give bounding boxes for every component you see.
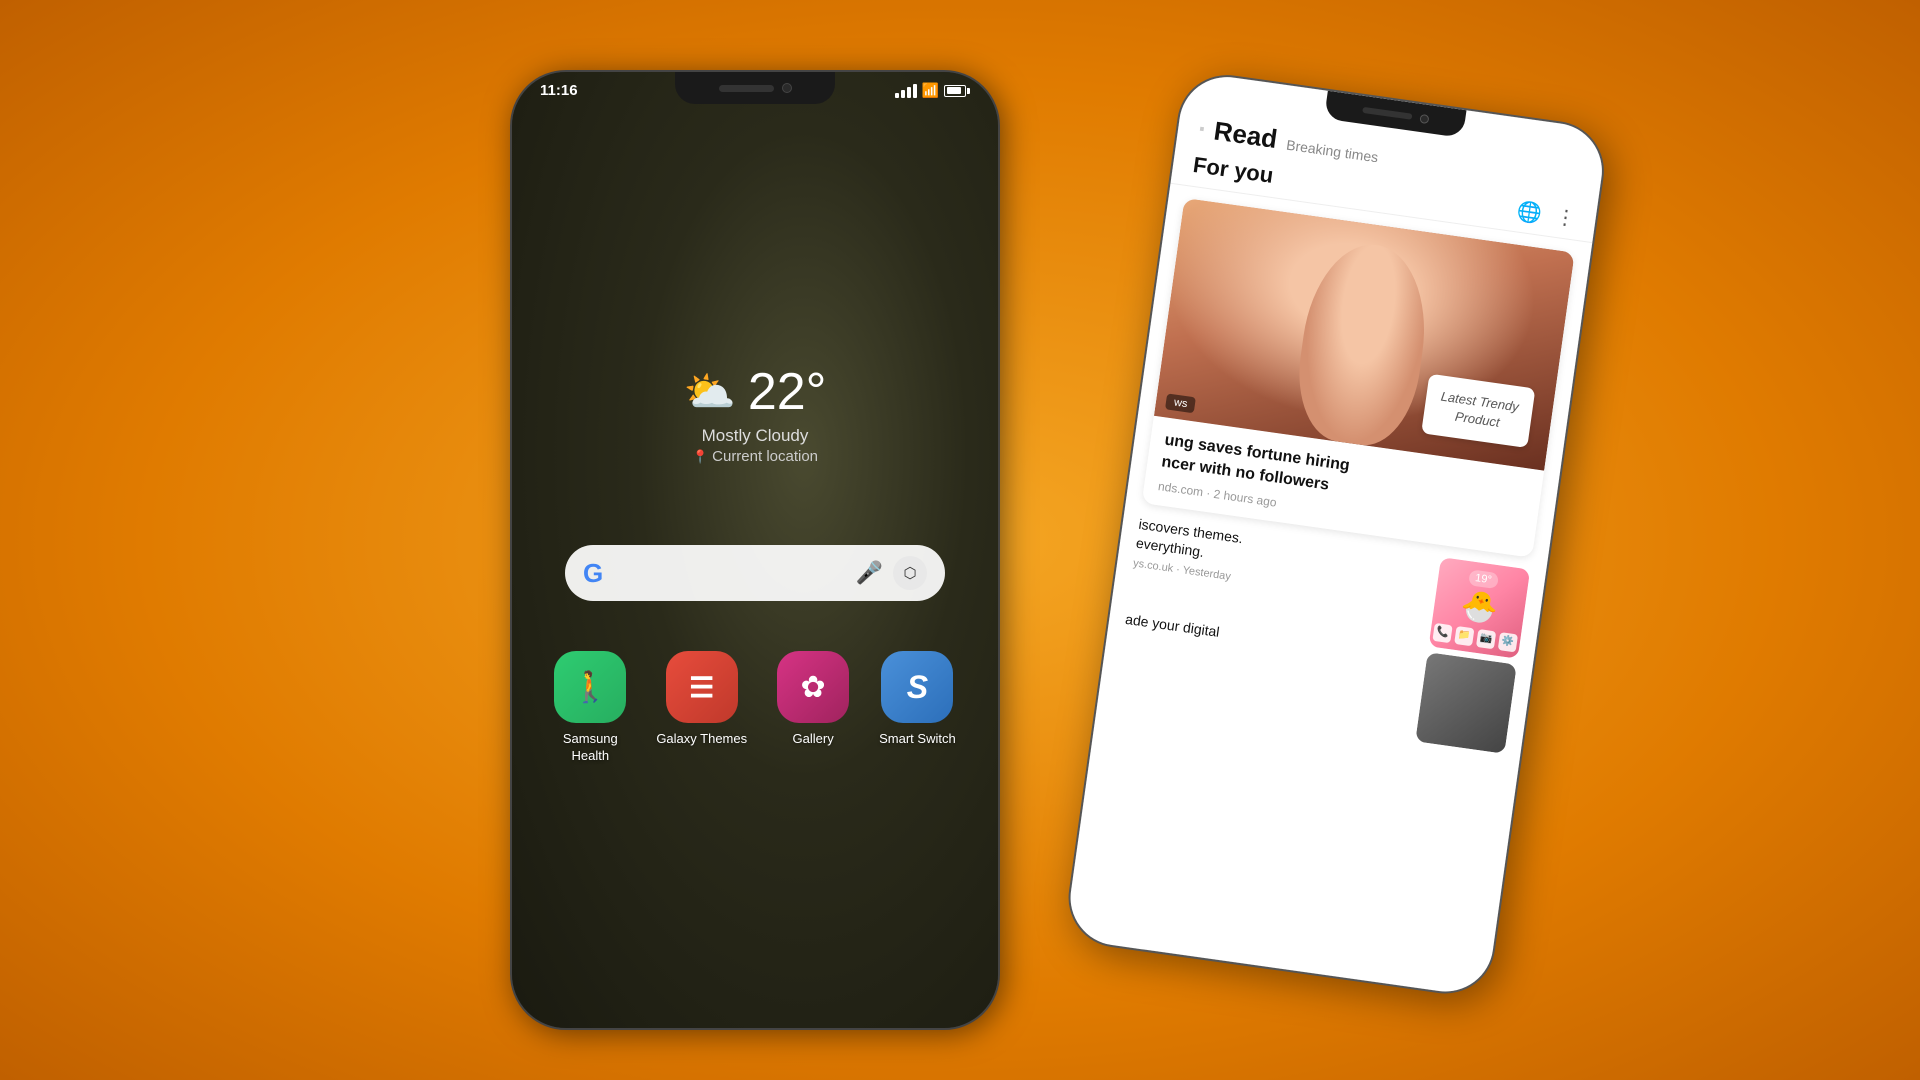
wifi-icon: 📶 [922, 82, 939, 99]
samsung-health-label: SamsungHealth [563, 731, 618, 765]
phone1-time: 11:16 [540, 82, 578, 99]
thumb-camera-icon: 📷 [1476, 629, 1496, 649]
thumb-app-icons: 📞 📁 📷 ⚙️ [1429, 622, 1521, 652]
phone2: · Read Breaking times For you 🌐 ⋮ [1062, 69, 1610, 1000]
phone1-volume-down-button [510, 322, 512, 402]
location-pin-icon: 📍 [692, 449, 708, 465]
phone1-notch [675, 72, 835, 104]
voice-search-icon[interactable]: 🎤 [856, 560, 883, 586]
app-dock: 🚶 SamsungHealth ☰ Galaxy Themes ✿ [554, 651, 955, 765]
phone1-screen: 11:16 📶 [512, 72, 998, 1028]
smart-switch-app[interactable]: S Smart Switch [879, 651, 956, 748]
weather-top: ⛅ 22° [684, 362, 827, 422]
gallery-label: Gallery [793, 731, 834, 748]
galaxy-themes-app[interactable]: ☰ Galaxy Themes [656, 651, 747, 748]
phone1-bixby-button [510, 422, 512, 502]
news-card-main[interactable]: Latest TrendyProduct ws ung saves fortun… [1142, 198, 1575, 558]
news-app-title: · Read [1196, 113, 1279, 155]
smart-switch-icon: S [881, 651, 953, 723]
phone2-frame: · Read Breaking times For you 🌐 ⋮ [1062, 69, 1610, 1000]
thumb-phone-icon: 📞 [1432, 623, 1452, 643]
weather-location: 📍 Current location [692, 448, 818, 465]
gallery-app[interactable]: ✿ Gallery [777, 651, 849, 748]
news-time: 2 hours ago [1213, 487, 1278, 510]
thumb-folder-icon: 📁 [1454, 626, 1474, 646]
phones-container: 11:16 📶 [510, 50, 1410, 1030]
bird-icon: 🐣 [1458, 588, 1500, 628]
battery-icon [944, 85, 970, 97]
gallery-icon: ✿ [777, 651, 849, 723]
phone1-speaker [719, 85, 774, 92]
news-header-icons: 🌐 ⋮ [1515, 198, 1577, 231]
news-app-subtitle: Breaking times [1285, 137, 1379, 166]
google-logo: G [583, 558, 603, 589]
phone1-camera [782, 83, 792, 93]
google-search-bar[interactable]: G 🎤 ⬡ [565, 545, 945, 601]
phone1-volume-up-button [510, 252, 512, 302]
news-card2-thumbnail: 19° 🐣 📞 📁 📷 ⚙️ [1429, 557, 1531, 659]
samsung-health-icon: 🚶 [554, 651, 626, 723]
weather-widget: ⛅ 22° Mostly Cloudy 📍 Current location [684, 362, 827, 465]
phone2-speaker [1362, 107, 1412, 120]
weather-icon: ⛅ [684, 368, 736, 417]
samsung-health-app[interactable]: 🚶 SamsungHealth [554, 651, 626, 765]
smart-switch-label: Smart Switch [879, 731, 956, 748]
phone2-screen: · Read Breaking times For you 🌐 ⋮ [1064, 71, 1608, 998]
news-section-title: For you [1191, 152, 1275, 189]
news-card3-thumbnail [1415, 652, 1517, 754]
news2-time: Yesterday [1182, 564, 1232, 583]
galaxy-themes-icon: ☰ [666, 651, 738, 723]
signal-icon [895, 84, 917, 98]
news-source: nds.com [1157, 479, 1204, 499]
weather-description: Mostly Cloudy [702, 426, 809, 446]
phone1-status-icons: 📶 [895, 82, 970, 99]
phone1-frame: 11:16 📶 [510, 70, 1000, 1030]
thumb-settings-icon: ⚙️ [1498, 632, 1518, 652]
news2-source: ys.co.uk [1132, 557, 1174, 575]
phone2-camera [1419, 113, 1429, 123]
lens-search-icon[interactable]: ⬡ [893, 556, 927, 590]
phone1-power-button [998, 272, 1000, 352]
phone1: 11:16 📶 [510, 70, 1000, 1030]
galaxy-themes-label: Galaxy Themes [656, 731, 747, 748]
more-options-icon[interactable]: ⋮ [1554, 203, 1577, 231]
globe-icon[interactable]: 🌐 [1515, 198, 1543, 226]
weather-temp: 22° [748, 362, 827, 422]
